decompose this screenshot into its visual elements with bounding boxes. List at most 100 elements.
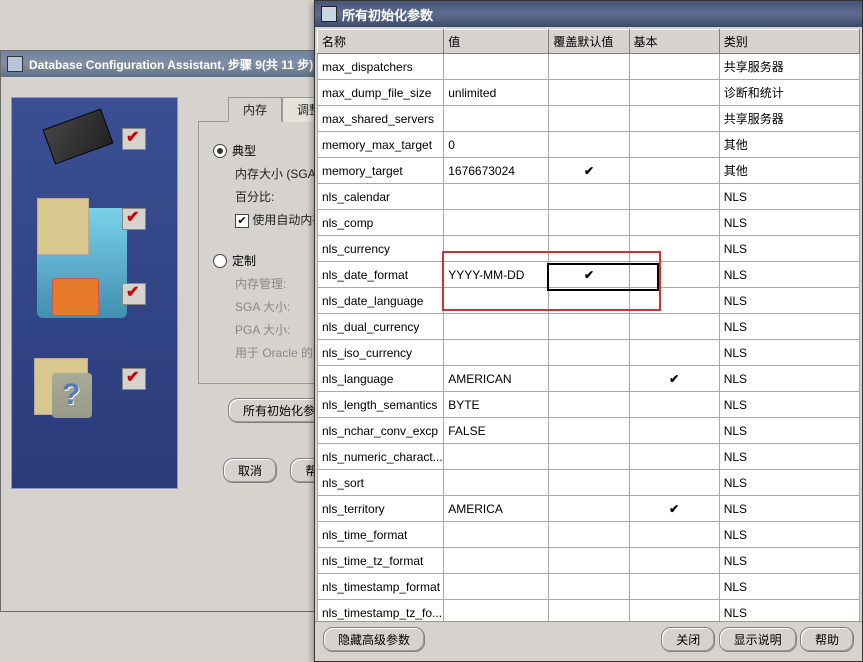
cell-override[interactable] [549, 574, 629, 600]
cell-basic[interactable] [629, 392, 719, 418]
col-name[interactable]: 名称 [318, 30, 444, 54]
cell-basic[interactable] [629, 340, 719, 366]
cell-value[interactable]: AMERICAN [444, 366, 549, 392]
cell-override[interactable] [549, 496, 629, 522]
cell-value[interactable] [444, 184, 549, 210]
table-row[interactable]: nls_time_tz_formatNLS [318, 548, 860, 574]
cell-basic[interactable] [629, 184, 719, 210]
cell-basic[interactable] [629, 54, 719, 80]
show-desc-button[interactable]: 显示说明 [719, 627, 797, 652]
cell-value[interactable]: 1676673024 [444, 158, 549, 184]
cell-override[interactable] [549, 444, 629, 470]
table-row[interactable]: nls_date_languageNLS [318, 288, 860, 314]
cell-value[interactable] [444, 340, 549, 366]
cell-override[interactable] [549, 470, 629, 496]
table-row[interactable]: nls_compNLS [318, 210, 860, 236]
cell-basic[interactable]: ✔ [629, 366, 719, 392]
cell-basic[interactable] [629, 600, 719, 623]
cell-override[interactable] [549, 80, 629, 106]
cell-basic[interactable] [629, 548, 719, 574]
dialog-help-button[interactable]: 帮助 [800, 627, 854, 652]
cell-value[interactable]: 0 [444, 132, 549, 158]
cell-basic[interactable] [629, 236, 719, 262]
cell-basic[interactable] [629, 210, 719, 236]
cell-value[interactable] [444, 106, 549, 132]
custom-radio[interactable] [213, 254, 227, 268]
table-row[interactable]: memory_max_target0其他 [318, 132, 860, 158]
auto-mem-checkbox[interactable] [235, 214, 249, 228]
cell-override[interactable] [549, 184, 629, 210]
cell-override[interactable] [549, 366, 629, 392]
cell-override[interactable] [549, 106, 629, 132]
cell-basic[interactable] [629, 158, 719, 184]
cell-value[interactable] [444, 522, 549, 548]
cell-override[interactable] [549, 236, 629, 262]
cell-value[interactable] [444, 314, 549, 340]
cell-value[interactable] [444, 54, 549, 80]
hide-advanced-button[interactable]: 隐藏高级参数 [323, 627, 425, 652]
cell-override[interactable] [549, 132, 629, 158]
table-row[interactable]: nls_length_semanticsBYTENLS [318, 392, 860, 418]
cell-override[interactable] [549, 392, 629, 418]
cell-basic[interactable] [629, 444, 719, 470]
col-basic[interactable]: 基本 [629, 30, 719, 54]
close-button[interactable]: 关闭 [661, 627, 715, 652]
table-row[interactable]: nls_languageAMERICAN✔NLS [318, 366, 860, 392]
typical-radio[interactable] [213, 144, 227, 158]
tab-memory[interactable]: 内存 [228, 97, 282, 122]
cell-basic[interactable] [629, 106, 719, 132]
cell-basic[interactable] [629, 314, 719, 340]
cell-override[interactable]: ✔ [549, 262, 629, 288]
cell-override[interactable] [549, 548, 629, 574]
cell-value[interactable] [444, 548, 549, 574]
table-row[interactable]: max_shared_servers共享服务器 [318, 106, 860, 132]
cell-basic[interactable] [629, 132, 719, 158]
cell-value[interactable] [444, 288, 549, 314]
cell-override[interactable] [549, 210, 629, 236]
cell-basic[interactable] [629, 574, 719, 600]
table-row[interactable]: max_dispatchers共享服务器 [318, 54, 860, 80]
col-category[interactable]: 类别 [719, 30, 859, 54]
cell-override[interactable] [549, 314, 629, 340]
table-row[interactable]: nls_territoryAMERICA✔NLS [318, 496, 860, 522]
cell-basic[interactable] [629, 80, 719, 106]
table-row[interactable]: max_dump_file_sizeunlimited诊断和统计 [318, 80, 860, 106]
table-row[interactable]: nls_timestamp_formatNLS [318, 574, 860, 600]
cell-value[interactable]: unlimited [444, 80, 549, 106]
table-row[interactable]: nls_calendarNLS [318, 184, 860, 210]
col-value[interactable]: 值 [444, 30, 549, 54]
table-row[interactable]: nls_iso_currencyNLS [318, 340, 860, 366]
cell-basic[interactable] [629, 418, 719, 444]
cell-basic[interactable] [629, 522, 719, 548]
cell-basic[interactable] [629, 470, 719, 496]
table-row[interactable]: nls_timestamp_tz_fo...NLS [318, 600, 860, 623]
cell-override[interactable] [549, 54, 629, 80]
cell-value[interactable] [444, 236, 549, 262]
cell-basic[interactable]: ✔ [629, 496, 719, 522]
cell-value[interactable] [444, 470, 549, 496]
cell-override[interactable]: ✔ [549, 158, 629, 184]
cancel-button[interactable]: 取消 [223, 458, 277, 483]
cell-value[interactable] [444, 574, 549, 600]
col-override[interactable]: 覆盖默认值 [549, 30, 629, 54]
table-row[interactable]: nls_sortNLS [318, 470, 860, 496]
cell-basic[interactable] [629, 288, 719, 314]
cell-value[interactable] [444, 600, 549, 623]
table-row[interactable]: nls_numeric_charact...NLS [318, 444, 860, 470]
cell-basic[interactable] [629, 262, 719, 288]
table-row[interactable]: memory_target1676673024✔其他 [318, 158, 860, 184]
table-row[interactable]: nls_dual_currencyNLS [318, 314, 860, 340]
table-row[interactable]: nls_time_formatNLS [318, 522, 860, 548]
cell-override[interactable] [549, 600, 629, 623]
cell-override[interactable] [549, 522, 629, 548]
cell-value[interactable]: YYYY-MM-DD [444, 262, 549, 288]
table-row[interactable]: nls_currencyNLS [318, 236, 860, 262]
cell-value[interactable]: AMERICA [444, 496, 549, 522]
cell-override[interactable] [549, 418, 629, 444]
cell-value[interactable] [444, 444, 549, 470]
cell-value[interactable] [444, 210, 549, 236]
cell-value[interactable]: FALSE [444, 418, 549, 444]
cell-value[interactable]: BYTE [444, 392, 549, 418]
cell-override[interactable] [549, 340, 629, 366]
cell-override[interactable] [549, 288, 629, 314]
